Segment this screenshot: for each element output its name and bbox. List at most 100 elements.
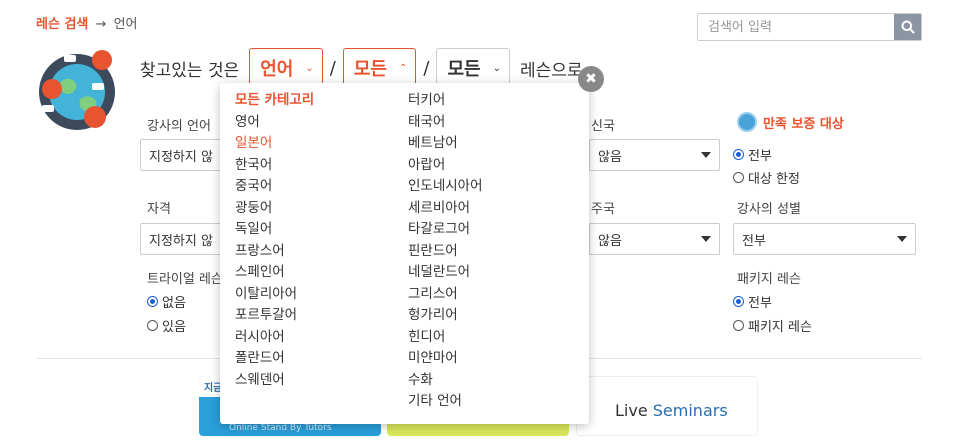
qualification-select[interactable]: 지정하지 않 <box>140 223 230 255</box>
breadcrumb: 레슨 검색 → 언어 <box>36 13 137 32</box>
seminars-text: Seminars <box>652 401 728 420</box>
menu-item-vietnamese[interactable]: 베트남어 <box>408 133 483 155</box>
chevron-up-icon: ⌃ <box>398 62 408 74</box>
residence-label: 주국 <box>591 202 615 217</box>
dropdown-triangle-icon <box>701 152 711 158</box>
menu-item-spanish[interactable]: 스페인어 <box>235 262 314 284</box>
menu-item-russian[interactable]: 러시아어 <box>235 327 314 349</box>
country-label: 신국 <box>591 119 615 134</box>
qualification-value: 지정하지 않 <box>149 233 213 249</box>
live-seminars-text: Live Seminars <box>615 401 728 420</box>
teacher-language-select[interactable]: 지정하지 않 <box>140 139 230 171</box>
country-select[interactable]: 않음 <box>589 139 720 171</box>
radio-label: 전부 <box>748 296 772 311</box>
menu-item-swedish[interactable]: 스웨덴어 <box>235 370 314 392</box>
package-lesson-label: 패키지 레슨 <box>737 272 801 287</box>
residence-value: 않음 <box>598 233 622 249</box>
radio-unchecked-icon <box>733 320 744 331</box>
guarantee-badge-icon <box>737 112 757 132</box>
radio-label: 있음 <box>162 320 186 335</box>
menu-item-indonesian[interactable]: 인도네시아어 <box>408 176 483 198</box>
guarantee-option-all[interactable]: 전부 <box>733 145 772 164</box>
residence-select[interactable]: 않음 <box>589 223 720 255</box>
menu-item-cantonese[interactable]: 광둥어 <box>235 198 314 220</box>
trial-option-none[interactable]: 없음 <box>147 292 186 311</box>
subject-select-value: 언어 <box>260 59 294 80</box>
radio-label: 없음 <box>162 296 186 311</box>
category-select[interactable]: 모든 ⌃ <box>342 48 417 88</box>
gender-value: 전부 <box>742 233 766 249</box>
menu-item-serbian[interactable]: 세르비아어 <box>408 198 483 220</box>
trial-lesson-label: 트라이얼 레슨 <box>147 272 223 287</box>
package-option-package[interactable]: 패키지 레슨 <box>733 316 812 335</box>
menu-item-all-categories[interactable]: 모든 카테고리 <box>235 90 314 112</box>
menu-item-turkish[interactable]: 터키어 <box>408 90 483 112</box>
guarantee-label: 만족 보증 대상 <box>763 116 844 132</box>
radio-checked-icon <box>147 296 158 307</box>
teacher-language-label: 강사의 언어 <box>147 119 211 134</box>
menu-item-german[interactable]: 독일어 <box>235 219 314 241</box>
menu-item-hungarian[interactable]: 헝가리어 <box>408 305 483 327</box>
guarantee-option-limited[interactable]: 대상 한정 <box>733 168 800 187</box>
live-seminars-banner[interactable]: Live Seminars <box>576 376 758 436</box>
dropdown-column-1: 모든 카테고리 영어 일본어 한국어 중국어 광둥어 독일어 프랑스어 스페인어… <box>235 90 314 391</box>
close-dropdown-button[interactable]: ✖ <box>578 66 604 92</box>
radio-label: 전부 <box>748 149 772 164</box>
menu-item-sign-language[interactable]: 수화 <box>408 370 483 392</box>
search-box <box>697 13 922 41</box>
search-headline: 찾고있는 것은 언어 ⌄ / 모든 ⌃ / 모든 ⌄ 레슨으로. <box>140 48 588 88</box>
menu-item-arabic[interactable]: 아랍어 <box>408 155 483 177</box>
language-globe-icon <box>39 50 115 130</box>
dropdown-triangle-icon <box>897 236 907 242</box>
lesson-type-select[interactable]: 모든 ⌄ <box>436 48 510 88</box>
chevron-down-icon: ⌄ <box>492 62 501 74</box>
menu-item-greek[interactable]: 그리스어 <box>408 284 483 306</box>
menu-item-french[interactable]: 프랑스어 <box>235 241 314 263</box>
radio-checked-icon <box>733 296 744 307</box>
category-select-value: 모든 <box>353 59 387 80</box>
radio-checked-icon <box>733 149 744 160</box>
search-button[interactable] <box>894 14 921 40</box>
breadcrumb-lesson-search-link[interactable]: 레슨 검색 <box>36 17 88 32</box>
trial-option-yes[interactable]: 있음 <box>147 316 186 335</box>
menu-item-japanese[interactable]: 일본어 <box>235 133 314 155</box>
menu-item-dutch[interactable]: 네덜란드어 <box>408 262 483 284</box>
country-value: 않음 <box>598 149 622 165</box>
headline-lead: 찾고있는 것은 <box>140 60 240 81</box>
headline-slash: / <box>423 57 430 79</box>
teacher-language-value: 지정하지 않 <box>149 149 213 165</box>
headline-slash: / <box>329 57 336 79</box>
search-input[interactable] <box>698 14 894 40</box>
menu-item-finnish[interactable]: 핀란드어 <box>408 241 483 263</box>
subject-select[interactable]: 언어 ⌄ <box>249 48 323 88</box>
menu-item-english[interactable]: 영어 <box>235 112 314 134</box>
gender-label: 강사의 성별 <box>737 202 801 217</box>
radio-unchecked-icon <box>147 320 158 331</box>
menu-item-other-languages[interactable]: 기타 언어 <box>408 391 483 413</box>
menu-item-tagalog[interactable]: 타갈로그어 <box>408 219 483 241</box>
gender-select[interactable]: 전부 <box>733 223 916 255</box>
dropdown-column-2: 터키어 태국어 베트남어 아랍어 인도네시아어 세르비아어 타갈로그어 핀란드어… <box>408 90 483 413</box>
breadcrumb-current: 언어 <box>113 17 138 32</box>
menu-item-italian[interactable]: 이탈리아어 <box>235 284 314 306</box>
satisfaction-guarantee-heading: 만족 보증 대상 <box>737 112 844 132</box>
lesson-type-select-value: 모든 <box>447 59 481 80</box>
menu-item-thai[interactable]: 태국어 <box>408 112 483 134</box>
category-dropdown-menu: 모든 카테고리 영어 일본어 한국어 중국어 광둥어 독일어 프랑스어 스페인어… <box>220 83 589 424</box>
breadcrumb-arrow: → <box>95 17 107 32</box>
menu-item-polish[interactable]: 폴란드어 <box>235 348 314 370</box>
menu-item-korean[interactable]: 한국어 <box>235 155 314 177</box>
radio-unchecked-icon <box>733 172 744 183</box>
dropdown-triangle-icon <box>701 236 711 242</box>
menu-item-burmese[interactable]: 미얀마어 <box>408 348 483 370</box>
menu-item-portuguese[interactable]: 포르투갈어 <box>235 305 314 327</box>
radio-label: 대상 한정 <box>748 172 800 187</box>
search-icon <box>901 20 915 34</box>
live-text: Live <box>615 401 653 420</box>
banner-subtitle: Online Stand By Tutors <box>229 423 332 433</box>
chevron-down-icon: ⌄ <box>305 62 314 74</box>
qualification-label: 자격 <box>147 202 171 217</box>
menu-item-hindi[interactable]: 힌디어 <box>408 327 483 349</box>
menu-item-chinese[interactable]: 중국어 <box>235 176 314 198</box>
package-option-all[interactable]: 전부 <box>733 292 772 311</box>
